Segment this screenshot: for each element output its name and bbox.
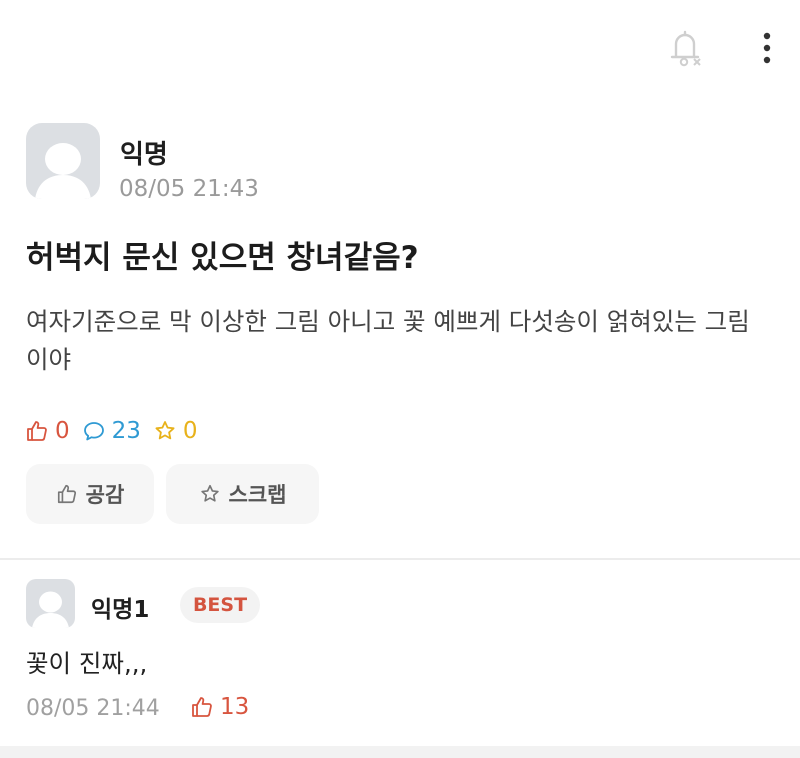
avatar (26, 123, 100, 199)
comment-like-count: 13 (220, 694, 250, 720)
bottom-separator (0, 746, 800, 758)
star-icon (200, 484, 219, 502)
like-count-value: 0 (55, 418, 70, 444)
like-count: 0 (25, 418, 70, 444)
comment-avatar (26, 579, 75, 628)
comment-text: 꽃이 진짜,,, (26, 649, 148, 678)
post-timestamp: 08/05 21:43 (119, 176, 259, 202)
post-stats: 0 23 0 (25, 415, 210, 447)
star-icon (155, 421, 175, 440)
scrap-button[interactable]: 스크랩 (166, 464, 319, 524)
comment-count-value: 23 (111, 418, 141, 444)
post-body: 여자기준으로 막 이상한 그림 아니고 꽃 예쁘게 다섯송이 얽혀있는 그림이야 (26, 307, 750, 374)
thumbs-up-icon (27, 421, 47, 441)
comment-timestamp: 08/05 21:44 (26, 696, 160, 721)
bell-off-icon[interactable] (664, 26, 708, 70)
post-author-name: 익명 (120, 140, 168, 170)
top-bar (0, 0, 800, 90)
scrap-button-label: 스크랩 (228, 483, 287, 507)
thumbs-up-icon (57, 484, 76, 504)
empathy-button[interactable]: 공감 (26, 464, 154, 524)
divider (0, 558, 800, 560)
comment-count: 23 (82, 418, 141, 444)
best-badge: BEST (180, 587, 260, 623)
post-title: 허벅지 문신 있으면 창녀같음? (26, 240, 419, 276)
comment-like-button[interactable]: 13 (190, 694, 249, 720)
scrap-count-value: 0 (182, 418, 198, 444)
thumbs-up-icon (192, 697, 212, 717)
comment-author-name: 익명1 (91, 597, 150, 623)
scrap-count: 0 (153, 418, 198, 444)
more-vertical-icon[interactable] (752, 26, 782, 70)
speech-bubble-icon (83, 422, 104, 441)
empathy-button-label: 공감 (85, 483, 125, 507)
